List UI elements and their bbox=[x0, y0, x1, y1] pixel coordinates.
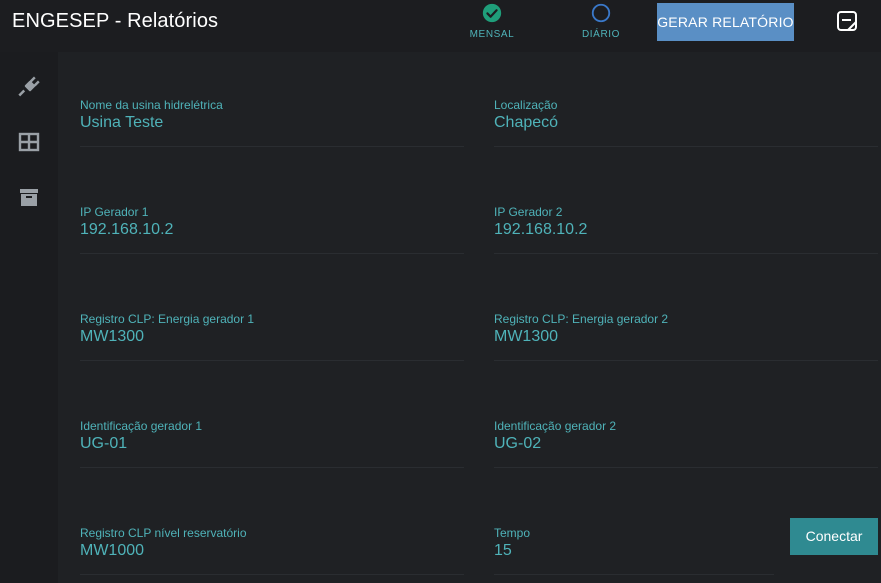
field-label: Registro CLP: Energia gerador 1 bbox=[80, 312, 255, 326]
field-label: Identificação gerador 1 bbox=[80, 419, 203, 433]
top-bar: ENGESEP - Relatórios MENSAL DIÁRIO GERAR… bbox=[0, 0, 881, 52]
check-circle-icon bbox=[482, 3, 502, 23]
field-value: 192.168.10.2 bbox=[494, 221, 588, 238]
field-label: IP Gerador 1 bbox=[80, 205, 149, 219]
identificacao-gerador-1-field[interactable]: Identificação gerador 1 UG-01 bbox=[80, 419, 464, 468]
usina-name-field[interactable]: Nome da usina hidrelétrica Usina Teste bbox=[80, 98, 464, 147]
app-title: ENGESEP - Relatórios bbox=[12, 10, 219, 32]
registro-energia-gerador-1-field[interactable]: Registro CLP: Energia gerador 1 MW1300 bbox=[80, 312, 464, 361]
mode-diario-label: DIÁRIO bbox=[581, 29, 621, 40]
field-value: MW1300 bbox=[494, 328, 559, 345]
field-value: MW1000 bbox=[80, 542, 145, 559]
localizacao-field[interactable]: Localização Chapecó bbox=[494, 98, 878, 147]
note-icon[interactable] bbox=[835, 9, 859, 33]
field-label: Registro CLP: Energia gerador 2 bbox=[494, 312, 669, 326]
registro-reservatorio-field[interactable]: Registro CLP nível reservatório MW1000 bbox=[80, 526, 464, 575]
mode-mensal-label: MENSAL bbox=[469, 29, 515, 40]
field-value: Usina Teste bbox=[80, 114, 164, 131]
field-label: Nome da usina hidrelétrica bbox=[80, 98, 223, 112]
app-window: ENGESEP - Relatórios MENSAL DIÁRIO GERAR… bbox=[0, 0, 881, 583]
tempo-field[interactable]: Tempo 15 bbox=[494, 526, 774, 575]
field-label: Tempo bbox=[494, 526, 531, 540]
archive-icon[interactable] bbox=[17, 186, 41, 210]
registro-energia-gerador-2-field[interactable]: Registro CLP: Energia gerador 2 MW1300 bbox=[494, 312, 878, 361]
field-label: Identificação gerador 2 bbox=[494, 419, 617, 433]
ip-gerador-2-field[interactable]: IP Gerador 2 192.168.10.2 bbox=[494, 205, 878, 254]
field-value: 15 bbox=[494, 542, 512, 559]
table-icon[interactable] bbox=[17, 130, 41, 154]
field-label: Localização bbox=[494, 98, 558, 112]
identificacao-gerador-2-field[interactable]: Identificação gerador 2 UG-02 bbox=[494, 419, 878, 468]
mode-diario-option[interactable]: DIÁRIO bbox=[561, 0, 641, 52]
field-value: 192.168.10.2 bbox=[80, 221, 174, 238]
radio-empty-icon bbox=[591, 3, 611, 23]
ip-gerador-1-field[interactable]: IP Gerador 1 192.168.10.2 bbox=[80, 205, 464, 254]
plug-icon[interactable] bbox=[17, 74, 41, 98]
field-label: Registro CLP nível reservatório bbox=[80, 526, 247, 540]
field-value: UG-02 bbox=[494, 435, 542, 452]
field-value: Chapecó bbox=[494, 114, 559, 131]
field-value: MW1300 bbox=[80, 328, 145, 345]
sidebar bbox=[0, 52, 58, 583]
field-value: UG-01 bbox=[80, 435, 128, 452]
connect-button[interactable]: Conectar bbox=[790, 518, 878, 555]
field-label: IP Gerador 2 bbox=[494, 205, 563, 219]
generate-report-button[interactable]: GERAR RELATÓRIO bbox=[657, 3, 794, 41]
mode-mensal-option[interactable]: MENSAL bbox=[452, 0, 532, 52]
settings-form: Nome da usina hidrelétrica Usina Teste L… bbox=[58, 52, 881, 583]
